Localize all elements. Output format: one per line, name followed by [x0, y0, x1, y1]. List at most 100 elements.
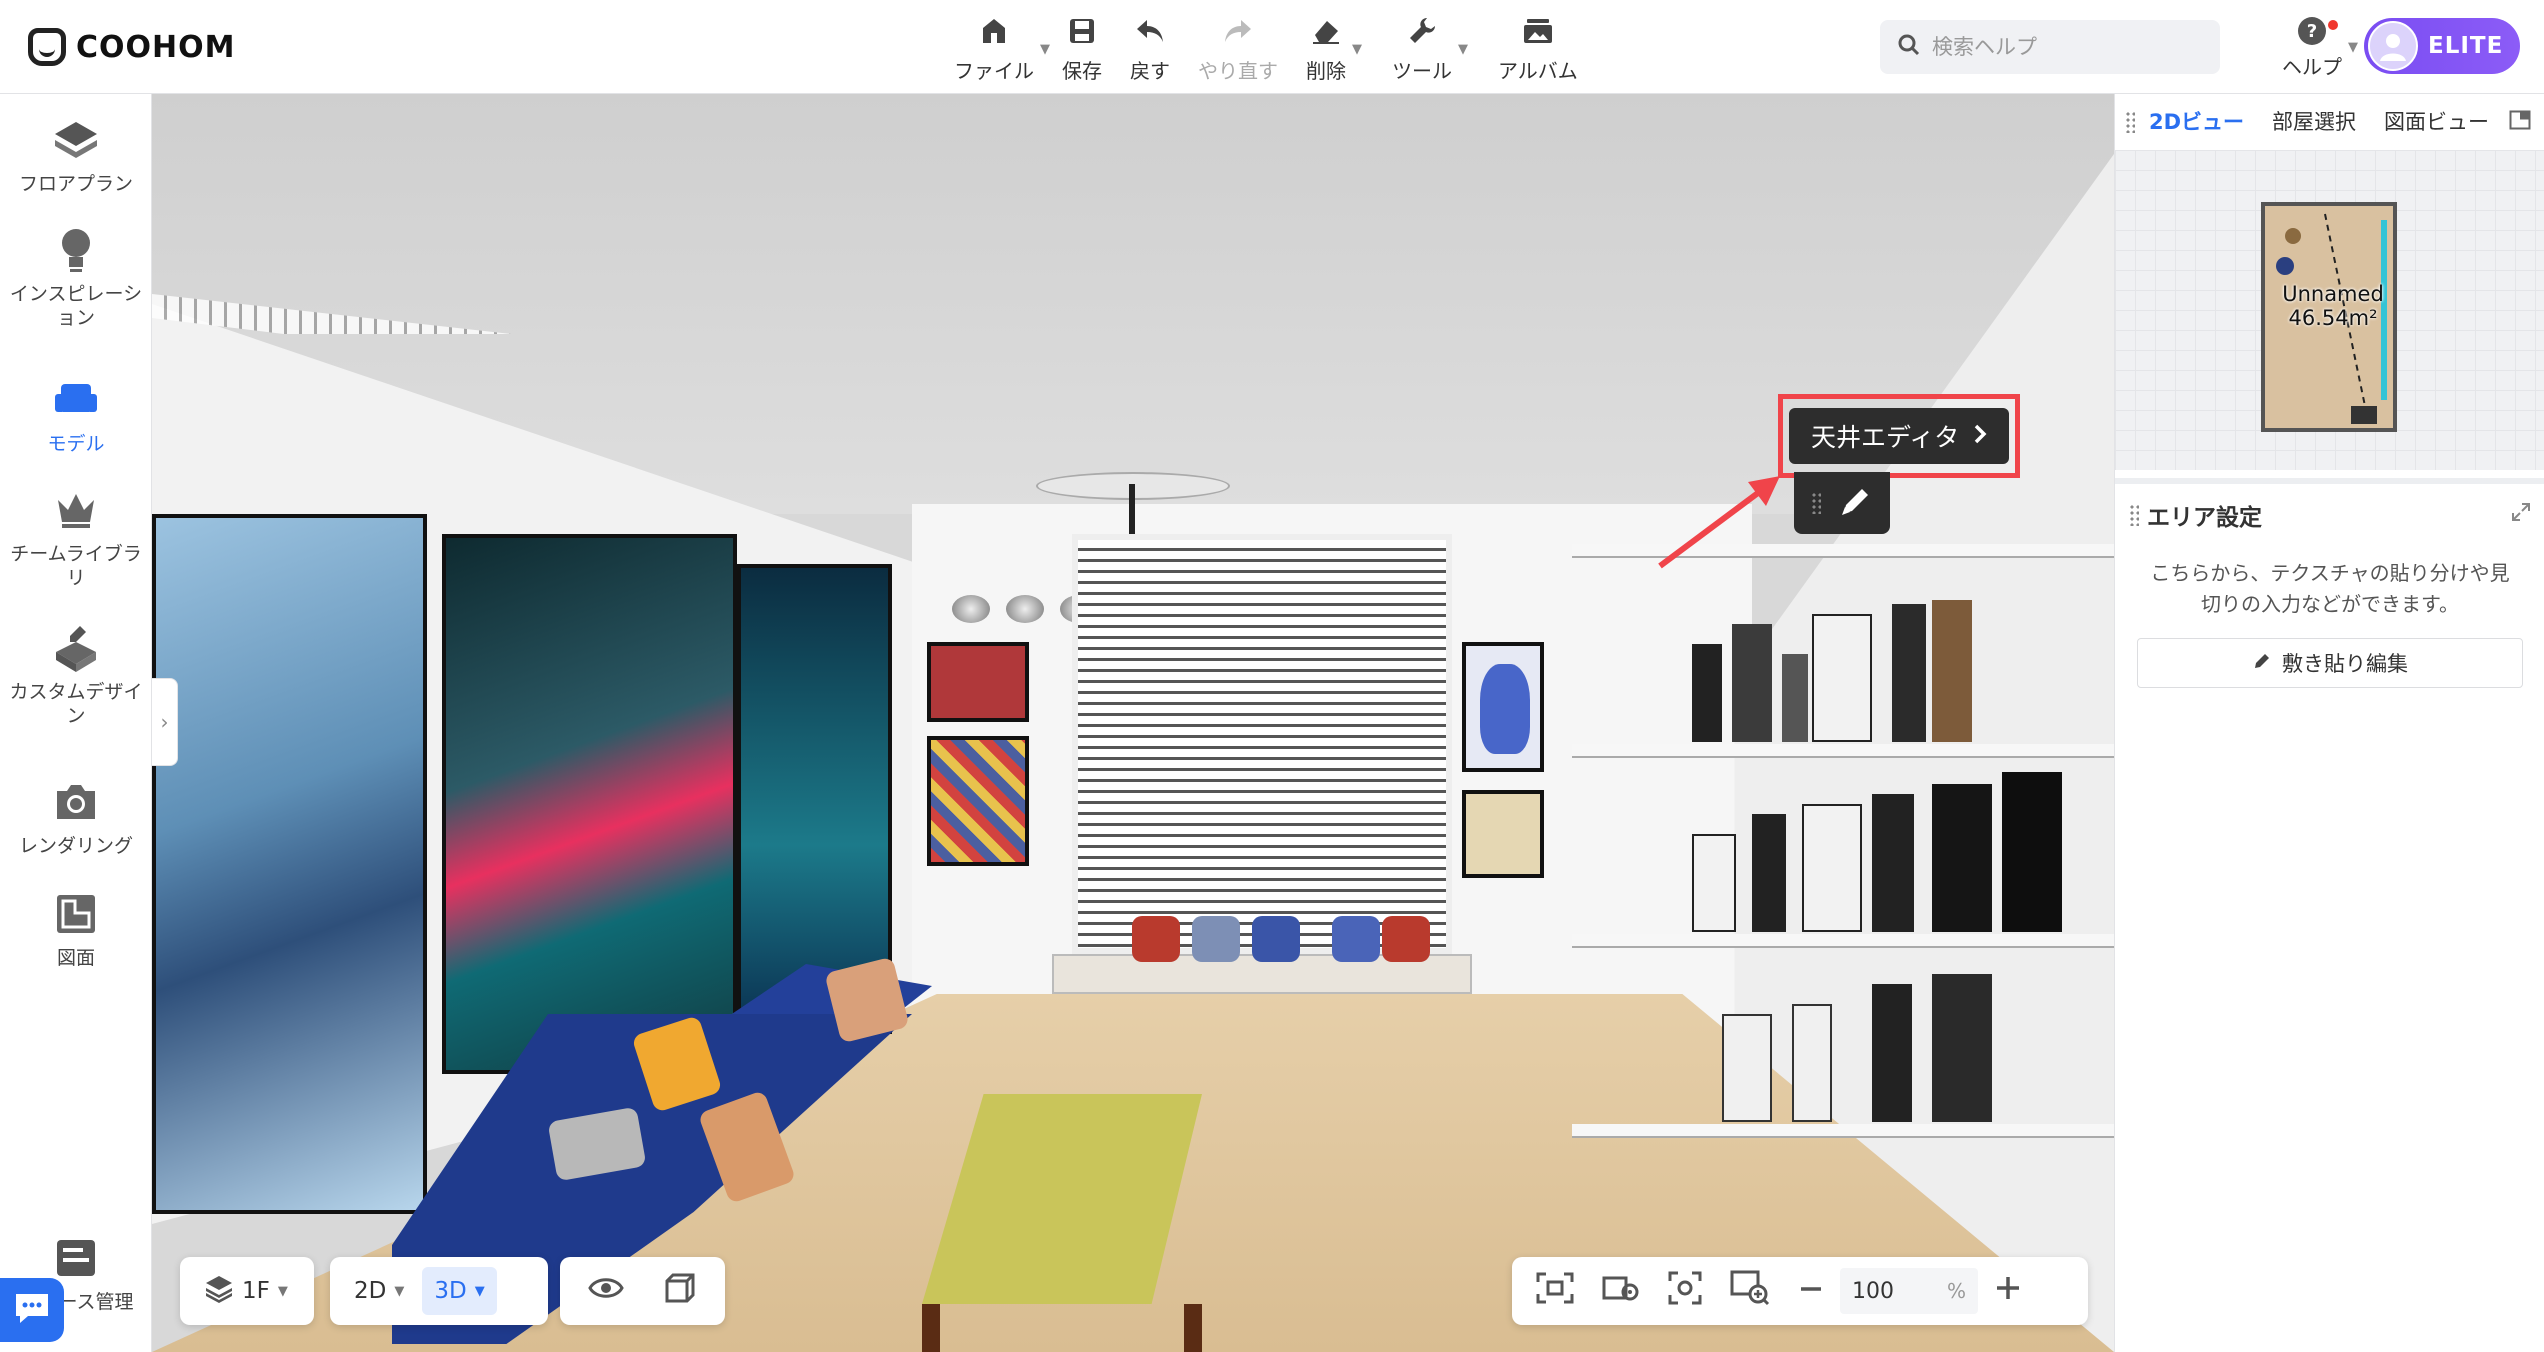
cushion[interactable]	[1332, 916, 1380, 962]
minimap[interactable]: Unnamed 46.54m²	[2115, 150, 2544, 470]
bookshelf[interactable]	[1572, 514, 2114, 1352]
chat-support-button[interactable]	[0, 1278, 64, 1342]
area-settings-title: エリア設定	[2147, 505, 2262, 531]
cushion[interactable]	[1382, 916, 1430, 962]
resource-icon	[52, 1234, 100, 1282]
home-icon	[978, 15, 1010, 47]
sidebar-item-label: フロアプラン	[18, 173, 133, 195]
room-plan[interactable]: Unnamed 46.54m²	[2261, 202, 2397, 432]
framed-art[interactable]	[1462, 642, 1544, 772]
framed-art[interactable]	[927, 736, 1029, 866]
sidebar-collapse-toggle[interactable]: ›	[152, 678, 178, 766]
fit-view-button[interactable]	[1524, 1267, 1586, 1315]
tile-edit-button[interactable]: 敷き貼り編集	[2137, 638, 2523, 688]
bay-window-blinds[interactable]	[1072, 534, 1452, 954]
brand-logo[interactable]: COOHOM	[28, 22, 236, 72]
help-label: ヘルプ	[2282, 55, 2342, 79]
room-label: Unnamed 46.54m²	[2265, 282, 2401, 330]
tile-edit-label: 敷き貼り編集	[2282, 652, 2408, 676]
room-area: 46.54m²	[2288, 306, 2378, 330]
zoom-out-button[interactable]	[1786, 1267, 1836, 1315]
lightbulb-icon	[52, 226, 100, 274]
tools-label: ツール	[1392, 59, 1452, 83]
sidebar-item-custom-design[interactable]: カスタムデザイン	[0, 624, 152, 728]
save-button[interactable]: 保存	[1048, 10, 1116, 84]
floorplan-icon	[52, 116, 100, 164]
chevron-down-icon: ▼	[474, 1283, 485, 1299]
sidebar-item-floorplan[interactable]: フロアプラン	[0, 116, 152, 196]
framed-art[interactable]	[1462, 790, 1544, 878]
ceiling-editor-button[interactable]: 天井エディタ	[1789, 408, 2010, 464]
pencil-icon	[2252, 651, 2272, 676]
sidebar-item-inspiration[interactable]: インスピレーション	[0, 226, 152, 330]
view-3d-button[interactable]: 3D ▼	[422, 1267, 497, 1315]
undo-button[interactable]: 戻す	[1116, 10, 1184, 84]
cube-view-button[interactable]	[651, 1267, 709, 1315]
abstract-painting[interactable]	[442, 534, 737, 1074]
drag-handle-icon[interactable]	[2125, 111, 2135, 133]
sidebar-item-drawing[interactable]: 図面	[0, 890, 152, 970]
left-sidebar: フロアプラン インスピレーション モデル チームライブラリ カスタムデザイン レ…	[0, 94, 152, 1352]
redo-button[interactable]: やり直す	[1184, 10, 1292, 84]
camera-settings-button[interactable]	[1590, 1267, 1652, 1315]
cushion[interactable]	[1132, 916, 1180, 962]
framed-art[interactable]	[927, 642, 1029, 722]
zoom-value: 100	[1852, 1278, 1894, 1304]
chevron-down-icon: ▼	[394, 1283, 405, 1299]
delete-menu-button[interactable]: 削除 ▼	[1292, 10, 1362, 84]
edit-toolbar	[1794, 472, 1890, 534]
tab-2d-view[interactable]: 2Dビュー	[2135, 98, 2259, 146]
chevron-right-icon	[1973, 422, 1987, 451]
tab-drawing-view[interactable]: 図面ビュー	[2370, 98, 2503, 146]
main-toolbar: ファイル ▼ 保存 戻す やり直す 削除 ▼ ツール ▼ アルバム	[940, 10, 1592, 84]
sidebar-item-rendering[interactable]: レンダリング	[0, 778, 152, 858]
redo-icon	[1222, 15, 1254, 47]
wrench-icon	[1406, 15, 1438, 47]
account-badge[interactable]: ELITE	[2364, 18, 2520, 74]
undo-icon	[1134, 15, 1166, 47]
panel-toggle-icon[interactable]	[2509, 110, 2531, 134]
pencil-icon[interactable]	[1838, 483, 1874, 523]
zoom-to-area-button[interactable]	[1718, 1267, 1782, 1315]
svg-text:?: ?	[2307, 21, 2317, 42]
sidebar-item-label: レンダリング	[18, 835, 133, 857]
drag-handle-icon[interactable]	[1810, 492, 1821, 514]
zoom-in-button[interactable]	[1982, 1267, 2034, 1315]
sidebar-item-model[interactable]: モデル	[0, 376, 152, 456]
visibility-button[interactable]	[576, 1267, 636, 1315]
drag-handle-icon[interactable]	[2129, 504, 2139, 526]
help-button[interactable]: ? ▼ ヘルプ	[2262, 14, 2362, 80]
tab-room-select[interactable]: 部屋選択	[2258, 98, 2370, 146]
sidebar-item-label: モデル	[47, 433, 105, 455]
search-input[interactable]	[1932, 35, 2192, 59]
expand-icon[interactable]	[2511, 502, 2531, 527]
abstract-painting[interactable]	[152, 514, 427, 1214]
tools-menu-button[interactable]: ツール ▼	[1378, 10, 1468, 84]
sidebar-item-team-library[interactable]: チームライブラリ	[0, 486, 152, 590]
right-panel: 2Dビュー 部屋選択 図面ビュー Unnamed 46.54m² エリア設定 こ…	[2114, 94, 2544, 1352]
area-settings-panel: エリア設定 こちらから、テクスチャの貼り分けや見切りの入力などができます。 敷き…	[2115, 478, 2544, 1352]
focus-button[interactable]	[1656, 1267, 1714, 1315]
cushion[interactable]	[1192, 916, 1240, 962]
chevron-down-icon: ▼	[277, 1283, 288, 1299]
3d-viewport[interactable]: 天井エディタ 1F ▼ 2D ▼ 3D ▼ 100 %	[152, 94, 2114, 1352]
sidebar-item-label: チームライブラリ	[10, 543, 142, 589]
save-icon	[1066, 15, 1098, 47]
cushion[interactable]	[1252, 916, 1300, 962]
account-tier: ELITE	[2428, 33, 2504, 59]
sidebar-item-label: 図面	[56, 947, 95, 969]
view-tabs: 2Dビュー 部屋選択 図面ビュー	[2115, 94, 2544, 150]
zoom-level-field[interactable]: 100 %	[1840, 1268, 1978, 1314]
search-icon	[1898, 34, 1920, 60]
cube-icon	[663, 1271, 697, 1311]
brand-name: COOHOM	[76, 29, 236, 65]
coohom-logo-icon	[28, 28, 66, 66]
focus-icon	[1668, 1271, 1702, 1311]
chat-icon	[12, 1290, 52, 1330]
floor-dropdown[interactable]: 1F ▼	[192, 1267, 300, 1315]
file-menu-button[interactable]: ファイル ▼	[940, 10, 1050, 84]
album-button[interactable]: アルバム	[1484, 10, 1592, 84]
file-menu-label: ファイル	[954, 59, 1034, 83]
view-2d-button[interactable]: 2D ▼	[342, 1267, 416, 1315]
help-search[interactable]	[1880, 20, 2220, 74]
